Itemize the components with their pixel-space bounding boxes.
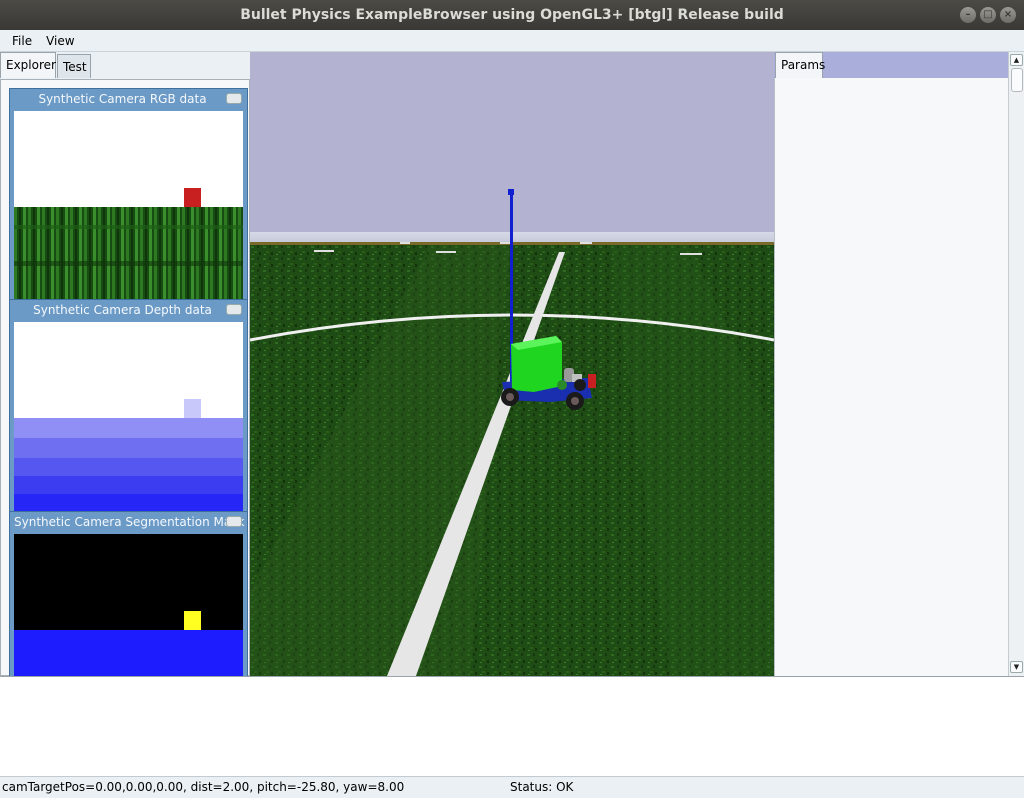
- menu-file[interactable]: File: [0, 30, 44, 51]
- tab-test[interactable]: Test: [57, 54, 91, 78]
- title-bar: Bullet Physics ExampleBrowser using Open…: [0, 0, 1024, 30]
- params-panel: Params: [774, 52, 1008, 676]
- camera-status: camTargetPos=0.00,0.00,0.00, dist=2.00, …: [2, 780, 405, 794]
- 3d-viewport[interactable]: [250, 52, 774, 676]
- minimize-icon[interactable]: –: [960, 7, 976, 23]
- depth-image-render: [14, 322, 243, 514]
- 3d-scene: [250, 52, 774, 676]
- console-area[interactable]: [0, 676, 1024, 776]
- tab-params[interactable]: Params: [775, 52, 825, 78]
- rgb-camera-window[interactable]: Synthetic Camera RGB data: [9, 88, 248, 303]
- status-bar: camTargetPos=0.00,0.00,0.00, dist=2.00, …: [0, 776, 1024, 798]
- scroll-thumb[interactable]: [1011, 68, 1023, 92]
- depth-camera-title: Synthetic Camera Depth data: [33, 303, 212, 317]
- maximize-icon[interactable]: □: [980, 7, 996, 23]
- rgb-camera-title: Synthetic Camera RGB data: [38, 92, 207, 106]
- menu-bar: File View: [0, 30, 1024, 52]
- params-tabbar: Params: [774, 52, 1008, 78]
- rgb-camera-image: [14, 111, 243, 303]
- depth-camera-image: [14, 322, 243, 514]
- close-icon[interactable]: ×: [1000, 7, 1016, 23]
- scroll-up-icon[interactable]: ▲: [1010, 54, 1023, 66]
- status-text: Status: OK: [510, 780, 574, 794]
- app-window: Bullet Physics ExampleBrowser using Open…: [0, 0, 1024, 798]
- params-body: [774, 78, 1008, 676]
- vertical-scrollbar[interactable]: ▲ ▼: [1008, 52, 1024, 676]
- rgb-image-render: [14, 111, 243, 303]
- depth-camera-window[interactable]: Synthetic Camera Depth data: [9, 299, 248, 514]
- scroll-down-icon[interactable]: ▼: [1010, 661, 1023, 673]
- window-title: Bullet Physics ExampleBrowser using Open…: [240, 7, 784, 23]
- minimize-icon[interactable]: [226, 516, 242, 527]
- menu-view[interactable]: View: [44, 30, 86, 51]
- tab-explorer[interactable]: Explorer: [0, 52, 56, 78]
- red-marker: [588, 374, 596, 388]
- minimize-icon[interactable]: [226, 304, 242, 315]
- segmentation-camera-title: Synthetic Camera Segmentation Mask: [14, 515, 245, 529]
- minimize-icon[interactable]: [226, 93, 242, 104]
